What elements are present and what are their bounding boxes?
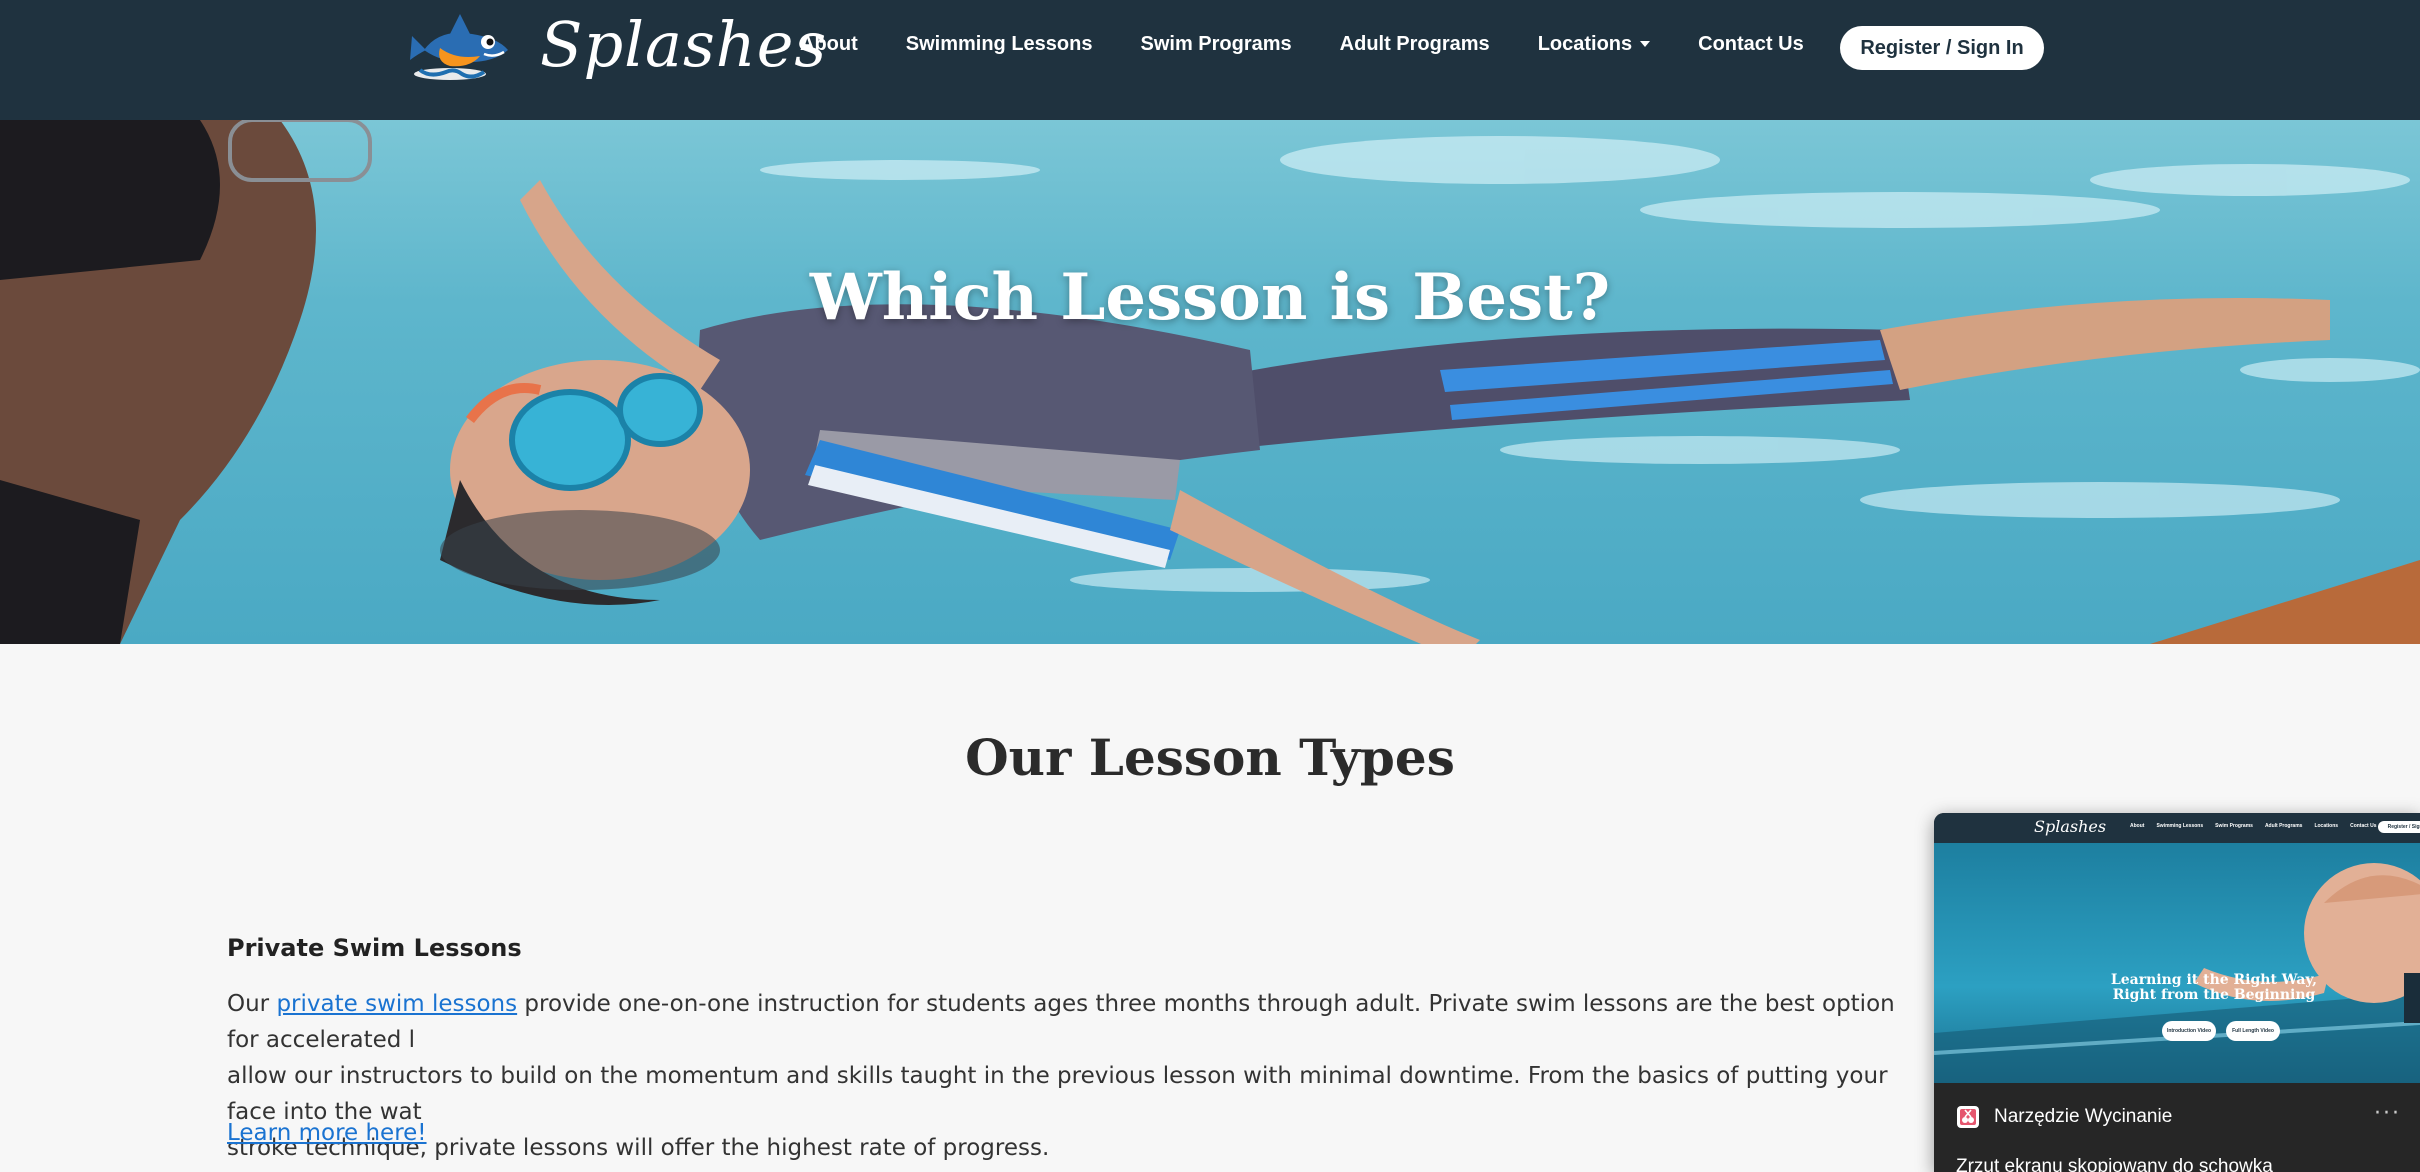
thumbnail-hero-title: Learning it the Right Way, Right from th… [2104,973,2324,1003]
thumbnail-register-button: Register / Sign In [2378,821,2420,833]
thumbnail-nav-item: Swimming Lessons [2156,823,2204,829]
learn-more-link[interactable]: Learn more here! [227,1120,427,1146]
main-nav: About Swimming Lessons Swim Programs Adu… [800,24,1852,64]
section-title: Our Lesson Types [965,728,1455,787]
nav-locations-dropdown[interactable]: Locations [1537,32,1651,56]
thumbnail-full-video-button: Full Length Video [2226,1021,2280,1041]
notification-message: Zrzut ekranu skopiowany do schowka [1956,1156,2273,1172]
thumbnail-header: Splashes About Swimming Lessons Swim Pro… [1934,813,2420,843]
snipping-tool-notification[interactable]: Splashes About Swimming Lessons Swim Pro… [1934,813,2420,1172]
thumbnail-brand: Splashes [2034,817,2107,836]
lesson-text-prefix: Our [227,991,277,1017]
hero-title: Which Lesson is Best? [809,260,1611,335]
thumbnail-intro-video-button: Introduction Video [2162,1021,2216,1041]
nav-adult-programs[interactable]: Adult Programs [1340,33,1490,56]
lesson-description: Our private swim lessons provide one-on-… [227,986,1927,1166]
register-sign-in-button[interactable]: Register / Sign In [1840,26,2044,70]
thumbnail-hero-line1: Learning it the Right Way, [2110,972,2318,988]
shark-mascot-icon [410,14,508,80]
lesson-text-line2: allow our instructors to build on the mo… [227,1063,1888,1125]
snipping-tool-app-icon [1957,1106,1979,1128]
more-options-icon[interactable]: ··· [2374,1101,2401,1126]
screenshot-thumbnail[interactable]: Splashes About Swimming Lessons Swim Pro… [1934,813,2420,1083]
lesson-title: Private Swim Lessons [227,934,522,962]
thumbnail-nav-item: Adult Programs [2264,823,2303,829]
nav-locations-label: Locations [1537,32,1633,55]
snipping-tool-app-name: Narzędzie Wycinanie [1994,1106,2173,1127]
site-logo[interactable]: Splashes [410,8,826,86]
thumbnail-nav-item: About [2130,823,2145,829]
private-swim-lessons-link[interactable]: private swim lessons [276,991,517,1017]
caret-down-icon [1640,41,1651,48]
thumbnail-nav-item: Contact Us [2350,823,2377,829]
hero-banner: Which Lesson is Best? [0,120,2420,644]
thumbnail-hero: Learning it the Right Way, Right from th… [1934,843,2420,1083]
nav-swimming-lessons[interactable]: Swimming Lessons [906,33,1093,56]
thumbnail-nav: About Swimming Lessons Swim Programs Adu… [2130,823,2388,829]
nav-contact-us[interactable]: Contact Us [1698,33,1804,56]
thumbnail-nav-item: Swim Programs [2215,823,2253,829]
brand-name: Splashes [540,8,828,81]
hero-photo-child-floating-icon [0,120,2420,644]
nav-swim-programs[interactable]: Swim Programs [1140,33,1291,56]
nav-about[interactable]: About [800,33,858,56]
baby-underwater-photo-icon [1934,863,2420,1083]
thumbnail-nav-item: Locations [2314,823,2339,829]
thumbnail-hero-line2: Right from the Beginning [2112,987,2316,1003]
site-header: Splashes About Swimming Lessons Swim Pro… [0,0,2420,120]
